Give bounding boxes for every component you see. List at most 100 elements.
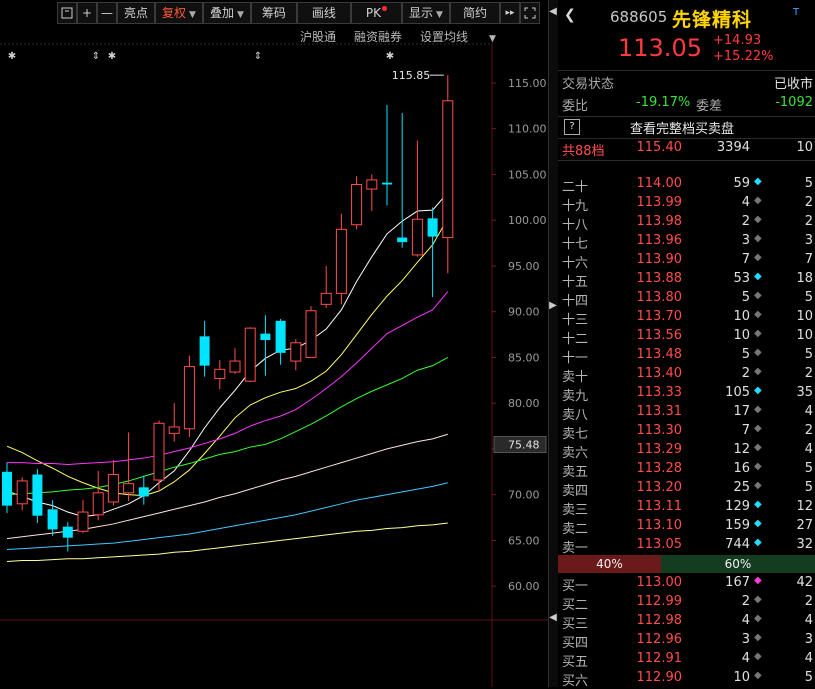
candle-body[interactable]	[244, 327, 256, 382]
candle-body[interactable]	[16, 480, 28, 505]
ask-row[interactable]: 卖五 113.28 16 ◆ 5	[558, 460, 815, 480]
ask-price: 113.11	[636, 499, 683, 514]
ask-row[interactable]: 卖九 113.33 105 ◆ 35	[558, 384, 815, 404]
kline-chart[interactable]: 115.00 110.00 105.00 100.00 95.00 90.00 85.00 8…	[0, 0, 550, 687]
candle-body[interactable]	[442, 100, 454, 239]
pk-button[interactable]: PK	[350, 2, 403, 24]
event-marker-icon[interactable]: ✱	[386, 51, 394, 62]
candle-body[interactable]	[305, 310, 317, 358]
collapse-icon[interactable]	[57, 2, 77, 24]
candle-body[interactable]	[153, 422, 165, 481]
candle-body[interactable]	[92, 492, 104, 516]
bid-price: 112.90	[636, 670, 683, 685]
event-marker-icon[interactable]: ⇕	[254, 51, 262, 62]
ask-row[interactable]: 十一 113.48 5 ◆ 5	[558, 346, 815, 366]
candle-body[interactable]	[411, 218, 423, 256]
candle-body[interactable]	[229, 360, 241, 373]
overlay-button[interactable]: 叠加 ▼	[202, 2, 251, 24]
candle-body[interactable]	[138, 487, 149, 497]
ask-level-label: 十五	[562, 275, 589, 290]
ask-row[interactable]: 卖二 113.10 159 ◆ 27	[558, 517, 815, 537]
y-tick-label: 105.00	[508, 168, 547, 181]
bid-row[interactable]: 买六 112.90 10 ◆ 5	[558, 669, 815, 689]
chevron-left-icon[interactable]: ◀	[549, 6, 557, 17]
back-arrow-icon[interactable]: ❮	[564, 7, 576, 23]
ask-volume: 10	[733, 309, 750, 324]
full-depth-link[interactable]: ? 查看完整档买卖盘	[558, 118, 815, 137]
last-price: 113.05	[618, 34, 702, 62]
ma-settings-dropdown[interactable]: 设置均线 ▼	[420, 28, 496, 45]
ask-row[interactable]: 卖一 113.05 744 ◆ 32	[558, 536, 815, 556]
ask-row[interactable]: 卖八 113.31 17 ◆ 4	[558, 403, 815, 423]
ask-level-label: 卖五	[562, 465, 589, 480]
help-icon[interactable]: ?	[564, 119, 580, 135]
ask-row[interactable]: 卖三 113.11 129 ◆ 12	[558, 498, 815, 518]
candle-body[interactable]	[351, 183, 363, 226]
ask-row[interactable]: 十六 113.90 7 ◆ 7	[558, 251, 815, 271]
fast-forward-icon[interactable]: ▸▸	[499, 2, 520, 24]
ask-row[interactable]: 十八 113.98 2 ◆ 2	[558, 213, 815, 233]
ask-row[interactable]: 卖七 113.30 7 ◆ 2	[558, 422, 815, 442]
draw-line-button[interactable]: 画线	[296, 2, 351, 24]
highlight-button[interactable]: 亮点	[117, 2, 156, 24]
chevron-left-icon[interactable]: ◀	[549, 612, 557, 623]
margin-trading-link[interactable]: 融资融券	[354, 28, 402, 45]
candle-body[interactable]	[397, 237, 408, 243]
candle-body[interactable]	[168, 426, 180, 434]
chips-button[interactable]: 筹码	[250, 2, 297, 24]
event-marker-icon[interactable]: ✱	[8, 51, 16, 62]
stock-name[interactable]: 先锋精科	[672, 5, 752, 32]
ask-row[interactable]: 卖十 113.40 2 ◆ 2	[558, 365, 815, 385]
kline-chart-pane[interactable]: 115.00 110.00 105.00 100.00 95.00 90.00 85.00 8…	[0, 0, 550, 687]
ask-row[interactable]: 十五 113.88 53 ◆ 18	[558, 270, 815, 290]
hsgt-link[interactable]: 沪股通	[300, 28, 336, 45]
ask-row[interactable]: 十二 113.56 10 ◆ 10	[558, 327, 815, 347]
candle-body[interactable]	[335, 228, 347, 294]
event-marker-icon[interactable]: ⇕	[92, 51, 100, 62]
ask-row[interactable]: 十七 113.96 3 ◆ 3	[558, 232, 815, 252]
candle-body[interactable]	[2, 471, 12, 506]
ask-row[interactable]: 十九 113.99 4 ◆ 2	[558, 194, 815, 214]
candle-body[interactable]	[320, 292, 332, 305]
candle-body[interactable]	[275, 320, 286, 353]
ask-row[interactable]: 卖六 113.29 12 ◆ 4	[558, 441, 815, 461]
bid-level-label: 买三	[562, 617, 589, 632]
zoom-in-button[interactable]: +	[77, 2, 97, 24]
candle-body[interactable]	[427, 218, 438, 237]
chevron-right-icon[interactable]: ▶	[549, 300, 557, 311]
ask-volume: 3	[741, 233, 750, 248]
ask-volume: 7	[741, 252, 750, 267]
candle-body[interactable]	[183, 366, 195, 430]
ask-row[interactable]: 二十 114.00 59 ◆ 5	[558, 175, 815, 195]
candle-body[interactable]	[47, 509, 58, 530]
adjust-button[interactable]: 复权 ▼	[155, 2, 203, 24]
candle-body[interactable]	[107, 474, 119, 503]
candle-body[interactable]	[366, 179, 378, 190]
display-button[interactable]: 显示 ▼	[402, 2, 450, 24]
fullscreen-icon[interactable]	[519, 2, 540, 24]
chevron-down-icon: ▼	[489, 34, 496, 44]
bid-row[interactable]: 买五 112.91 4 ◆ 4	[558, 650, 815, 670]
zoom-out-button[interactable]: —	[97, 2, 117, 24]
full-depth-label[interactable]: 查看完整档买卖盘	[630, 118, 734, 137]
event-marker-icon[interactable]: ✱	[108, 51, 116, 62]
candle-body[interactable]	[260, 333, 271, 341]
candle-body[interactable]	[382, 182, 392, 185]
candle-body[interactable]	[199, 336, 210, 366]
bid-row[interactable]: 买三 112.98 4 ◆ 4	[558, 612, 815, 632]
candle-body[interactable]	[32, 474, 43, 516]
candle-body[interactable]	[77, 511, 89, 532]
bid-row[interactable]: 买二 112.99 2 ◆ 2	[558, 593, 815, 613]
bid-row[interactable]: 买四 112.96 3 ◆ 3	[558, 631, 815, 651]
candle-body[interactable]	[290, 342, 302, 362]
ask-row[interactable]: 十四 113.80 5 ◆ 5	[558, 289, 815, 309]
moving-average-line	[6, 482, 448, 551]
ask-row[interactable]: 十三 113.70 10 ◆ 10	[558, 308, 815, 328]
simple-button[interactable]: 简约	[449, 2, 500, 24]
bid-row[interactable]: 买一 113.00 167 ◆ 42	[558, 574, 815, 594]
diamond-icon: ◆	[754, 480, 762, 491]
candle-body[interactable]	[214, 368, 226, 379]
ask-row[interactable]: 卖四 113.20 25 ◆ 5	[558, 479, 815, 499]
candle-body[interactable]	[123, 483, 135, 494]
candle-body[interactable]	[62, 526, 73, 538]
